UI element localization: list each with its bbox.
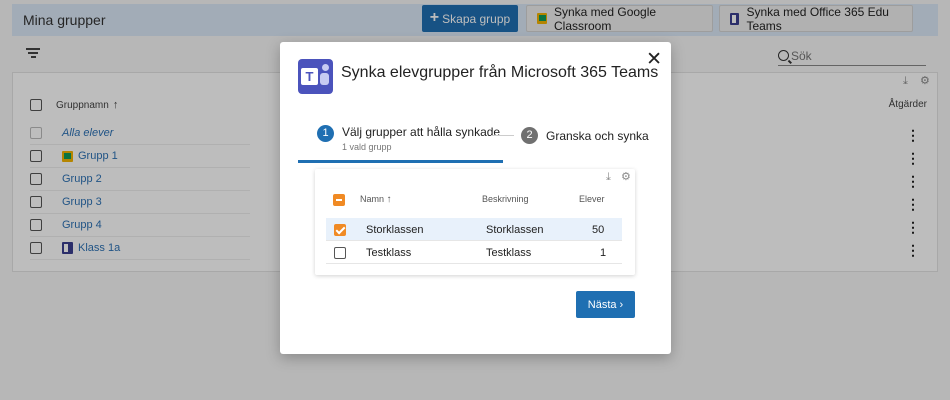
step-2[interactable]: 2 Granska och synka — [521, 127, 649, 144]
step-1[interactable]: 1 Välj grupper att hålla synkade 1 vald … — [317, 125, 500, 152]
active-step-indicator — [298, 160, 503, 163]
row-name: Storklassen — [366, 224, 424, 236]
sync-teams-dialog: ✕ T Synka elevgrupper från Microsoft 365… — [280, 42, 671, 354]
sort-arrow-icon: ↑ — [386, 194, 392, 205]
microsoft-teams-icon: T — [298, 59, 333, 94]
select-all-checkbox[interactable] — [333, 194, 345, 206]
row-description: Testklass — [486, 247, 532, 259]
settings-icon[interactable]: ⚙ — [621, 172, 632, 183]
row-description: Storklassen — [486, 224, 544, 236]
table-row[interactable]: Storklassen Storklassen 50 — [326, 218, 622, 241]
next-label: Nästa — [587, 298, 617, 311]
row-checkbox[interactable] — [334, 247, 346, 259]
row-student-count: 1 — [600, 247, 607, 259]
step-number: 1 — [317, 125, 334, 142]
table-row[interactable]: Testklass Testklass 1 — [326, 241, 622, 264]
dialog-title: Synka elevgrupper från Microsoft 365 Tea… — [341, 64, 659, 81]
column-header-name[interactable]: Namn ↑ — [360, 194, 392, 205]
step-label: Granska och synka — [546, 128, 649, 143]
next-button[interactable]: Nästa › — [576, 291, 635, 318]
step-connector — [491, 135, 514, 136]
column-header-description[interactable]: Beskrivning — [482, 194, 529, 204]
step-subtitle: 1 vald grupp — [342, 142, 392, 152]
step-number: 2 — [521, 127, 538, 144]
row-checkbox[interactable] — [334, 224, 346, 236]
row-student-count: 50 — [592, 224, 605, 236]
column-header-students[interactable]: Elever — [579, 194, 605, 204]
chevron-right-icon: › — [619, 298, 624, 311]
download-icon[interactable]: ⤓ — [606, 172, 617, 183]
row-name: Testklass — [366, 247, 412, 259]
step-label: Välj grupper att hålla synkade — [342, 125, 501, 139]
